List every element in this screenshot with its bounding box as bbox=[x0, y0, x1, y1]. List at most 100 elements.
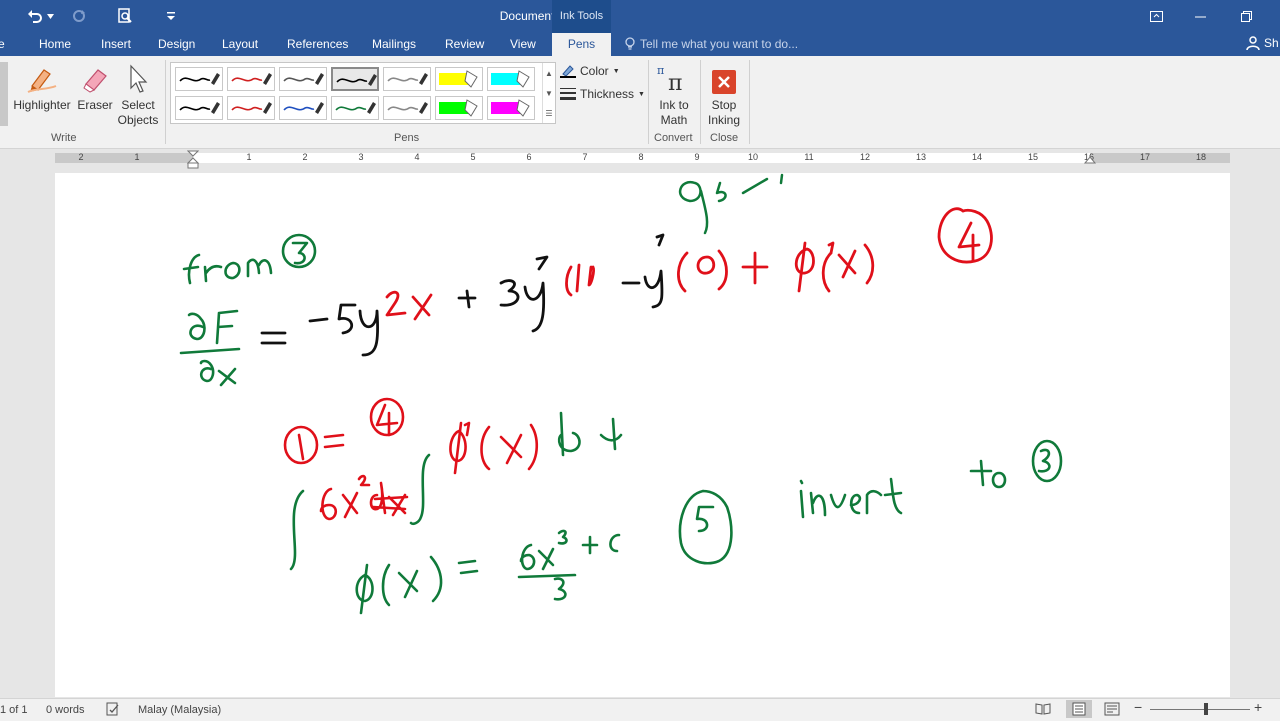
close-group-label: Close bbox=[710, 132, 739, 144]
ink-circle-five bbox=[678, 489, 733, 565]
pen-swatch[interactable] bbox=[227, 96, 275, 120]
pen-swatch[interactable] bbox=[279, 96, 327, 120]
pen-swatch[interactable] bbox=[383, 67, 431, 91]
ruler-number: 13 bbox=[915, 152, 927, 162]
tell-me-search[interactable]: Tell me what you want to do... bbox=[624, 37, 798, 51]
select-objects-button[interactable]: Select Objects bbox=[116, 62, 160, 128]
ink-from-label bbox=[182, 233, 317, 285]
print-layout-icon[interactable] bbox=[1066, 700, 1092, 718]
eraser-button[interactable]: Eraser bbox=[76, 62, 114, 113]
chevron-down-icon: ▼ bbox=[545, 88, 553, 98]
highlighter-swatch[interactable] bbox=[487, 67, 535, 91]
ruler-number: 15 bbox=[1027, 152, 1039, 162]
pen-thickness-button[interactable]: Thickness ▼ bbox=[560, 87, 645, 101]
more-icon: ☰ bbox=[545, 108, 553, 118]
write-group-label: Write bbox=[51, 132, 77, 144]
highlighter-swatch[interactable] bbox=[435, 67, 483, 91]
ruler-number: 6 bbox=[526, 152, 532, 162]
ink-to-math-button[interactable]: ππ Ink to Math bbox=[652, 62, 696, 128]
tab-pens[interactable]: Pens bbox=[552, 33, 611, 56]
zoom-in-button[interactable]: + bbox=[1254, 699, 1262, 715]
highlighter-icon bbox=[439, 70, 478, 88]
stop-inking-label-2: Inking bbox=[707, 113, 741, 127]
group-separator bbox=[648, 60, 649, 144]
group-separator bbox=[165, 60, 166, 144]
pen-swatch[interactable] bbox=[331, 96, 379, 120]
pen-color-button[interactable]: Color ▼ bbox=[560, 64, 620, 78]
pen-icon bbox=[283, 73, 324, 85]
pen-color-label: Color bbox=[580, 64, 609, 78]
pen-swatch[interactable] bbox=[331, 67, 379, 91]
pen-icon bbox=[231, 102, 272, 114]
word-count[interactable]: 0 words bbox=[46, 704, 85, 716]
pen-swatch[interactable] bbox=[227, 67, 275, 91]
horizontal-ruler[interactable]: 2 1 1 2 3 4 5 6 7 8 9 10 11 12 13 14 15 16 17 18 bbox=[0, 149, 1280, 169]
zoom-out-button[interactable]: − bbox=[1134, 699, 1142, 715]
tab-layout[interactable]: Layout bbox=[222, 37, 258, 51]
minimize-button[interactable] bbox=[1190, 8, 1210, 24]
ribbon-display-options-button[interactable] bbox=[1146, 8, 1166, 24]
ink-invert-to bbox=[799, 439, 1063, 519]
highlighter-swatch[interactable] bbox=[487, 96, 535, 120]
document-page[interactable] bbox=[55, 173, 1230, 697]
restore-button[interactable] bbox=[1236, 8, 1256, 24]
pen-swatch[interactable] bbox=[175, 96, 223, 120]
ruler-number: 17 bbox=[1139, 152, 1151, 162]
language-indicator[interactable]: Malay (Malaysia) bbox=[138, 704, 221, 716]
tab-home[interactable]: Home bbox=[39, 37, 71, 51]
select-objects-label-2: Objects bbox=[117, 113, 159, 127]
tab-file[interactable]: e bbox=[0, 37, 5, 51]
ruler-number: 18 bbox=[1195, 152, 1207, 162]
pen-swatch[interactable] bbox=[175, 67, 223, 91]
convert-group-label: Convert bbox=[654, 132, 693, 144]
eraser-label: Eraser bbox=[77, 98, 113, 112]
highlighter-swatch[interactable] bbox=[435, 96, 483, 120]
ruler-number: 10 bbox=[747, 152, 759, 162]
ruler-left-margin bbox=[55, 153, 193, 163]
ruler-number: 7 bbox=[582, 152, 588, 162]
ruler-number: 5 bbox=[470, 152, 476, 162]
tab-review[interactable]: Review bbox=[445, 37, 484, 51]
right-indent-marker[interactable] bbox=[1084, 155, 1096, 165]
stop-inking-button[interactable]: Stop Inking bbox=[703, 62, 745, 128]
tab-insert[interactable]: Insert bbox=[101, 37, 131, 51]
pen-swatch[interactable] bbox=[279, 67, 327, 91]
ruler-number: 11 bbox=[804, 152, 814, 162]
ink-to-math-label-1: Ink to bbox=[659, 98, 689, 112]
proofing-icon[interactable] bbox=[106, 702, 120, 719]
indent-marker[interactable] bbox=[187, 149, 199, 169]
gallery-scroll-down[interactable]: ▼ bbox=[542, 83, 555, 103]
tab-design[interactable]: Design bbox=[158, 37, 195, 51]
pens-gallery: ▲ ▼ ☰ bbox=[170, 62, 556, 124]
ruler-number: 2 bbox=[78, 152, 84, 162]
highlighter-button[interactable]: Highlighter bbox=[11, 62, 73, 113]
pen-icon bbox=[179, 102, 220, 114]
ink-canvas[interactable] bbox=[55, 173, 1230, 697]
stop-inking-label-1: Stop bbox=[711, 98, 737, 112]
ruler-number: 14 bbox=[971, 152, 983, 162]
read-mode-icon[interactable] bbox=[1035, 702, 1051, 719]
tab-references[interactable]: References bbox=[287, 37, 348, 51]
zoom-slider-thumb[interactable] bbox=[1204, 703, 1208, 715]
ink-partial-derivative bbox=[179, 309, 241, 387]
ink-6x2-dx bbox=[319, 474, 409, 521]
pen-thickness-label: Thickness bbox=[580, 87, 635, 101]
lightbulb-icon bbox=[625, 37, 635, 50]
ruler-number: 12 bbox=[859, 152, 871, 162]
share-label: Sh bbox=[1264, 36, 1279, 50]
gallery-scroll-up[interactable]: ▲ bbox=[542, 63, 555, 83]
zoom-slider-track[interactable] bbox=[1150, 709, 1250, 710]
group-separator bbox=[749, 60, 750, 144]
pen-swatch[interactable] bbox=[383, 96, 431, 120]
share-button[interactable]: Sh bbox=[1246, 36, 1279, 50]
tab-view[interactable]: View bbox=[510, 37, 536, 51]
highlighter-icon bbox=[491, 99, 530, 117]
page-count[interactable]: 1 of 1 bbox=[0, 704, 28, 716]
ink-tools-context-label: Ink Tools bbox=[552, 0, 611, 33]
web-layout-icon[interactable] bbox=[1104, 702, 1120, 719]
pen-icon bbox=[336, 74, 377, 86]
svg-text:π: π bbox=[668, 71, 682, 94]
window-title: Document1 - Word bbox=[499, 9, 601, 23]
tab-mailings[interactable]: Mailings bbox=[372, 37, 416, 51]
gallery-more[interactable]: ☰ bbox=[542, 103, 555, 123]
